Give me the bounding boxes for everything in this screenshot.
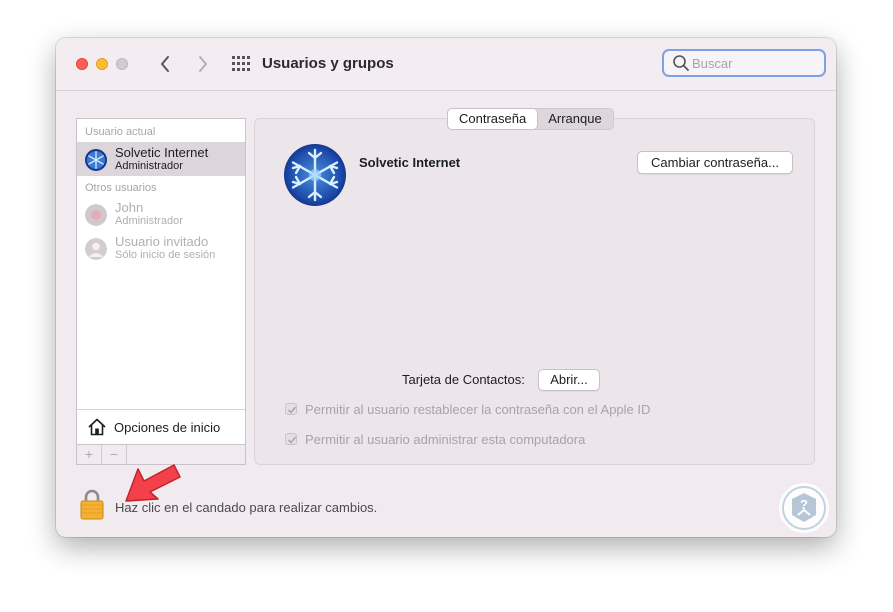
admin-checkbox-label: Permitir al usuario administrar esta com… (305, 432, 586, 447)
login-options-item[interactable]: Opciones de inicio (77, 409, 245, 446)
tab-bar: Contraseña Arranque (447, 108, 614, 130)
user-item-guest[interactable]: Usuario invitado Sólo inicio de sesión (77, 231, 245, 265)
search-icon (672, 54, 690, 72)
user-list: Usuario actual Solvetic Internet Adminis… (76, 118, 246, 465)
titlebar: Usuarios y grupos (56, 38, 836, 91)
help-icon[interactable]: ? (778, 482, 830, 534)
forward-icon[interactable] (192, 53, 212, 75)
user-item-john[interactable]: John Administrador (77, 197, 245, 231)
user-role: Administrador (115, 215, 183, 227)
avatar (85, 149, 107, 171)
user-role: Administrador (115, 160, 183, 172)
reset-password-checkbox-label: Permitir al usuario restablecer la contr… (305, 402, 651, 417)
user-picture[interactable] (284, 144, 346, 206)
close-window-button[interactable] (76, 58, 88, 70)
contact-card-label: Tarjeta de Contactos: (402, 372, 525, 387)
home-icon (87, 417, 107, 437)
lock-icon[interactable] (80, 488, 104, 520)
svg-text:?: ? (800, 497, 808, 512)
user-full-name: Solvetic Internet (359, 155, 461, 170)
preferences-window: Usuarios y grupos Usuario actual Solveti… (56, 38, 836, 537)
user-item-solvetic[interactable]: Solvetic Internet Administrador (77, 142, 245, 176)
current-user-section-label: Usuario actual (85, 126, 156, 138)
admin-checkbox[interactable] (285, 433, 297, 445)
search-input[interactable] (692, 54, 816, 72)
user-role: Sólo inicio de sesión (115, 249, 216, 261)
login-options-label: Opciones de inicio (114, 420, 221, 435)
minimize-window-button[interactable] (96, 58, 108, 70)
reset-password-checkbox[interactable] (285, 403, 297, 415)
arrow-annotation (124, 461, 182, 503)
window-title: Usuarios y grupos (262, 55, 394, 72)
tab-startup[interactable]: Arranque (537, 109, 612, 129)
add-user-button[interactable]: + (77, 445, 102, 464)
change-password-button[interactable]: Cambiar contraseña... (637, 151, 793, 174)
grid-icon[interactable] (232, 56, 250, 72)
tab-password[interactable]: Contraseña (448, 109, 538, 129)
other-users-section-label: Otros usuarios (85, 182, 157, 194)
open-contact-card-button[interactable]: Abrir... (538, 369, 600, 391)
zoom-window-button[interactable] (116, 58, 128, 70)
avatar (85, 238, 107, 260)
avatar (85, 204, 107, 226)
user-name: John (115, 200, 144, 215)
user-name: Usuario invitado (115, 234, 209, 249)
search-field[interactable] (662, 49, 826, 77)
user-name: Solvetic Internet (115, 145, 209, 160)
back-icon[interactable] (156, 53, 176, 75)
